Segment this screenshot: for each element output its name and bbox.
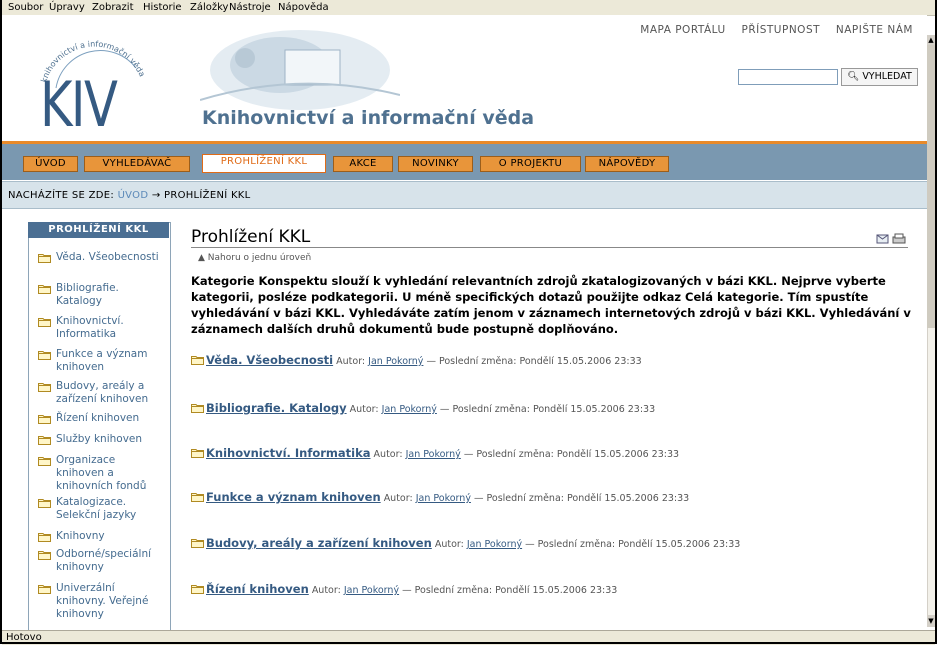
window-frame (0, 0, 937, 644)
